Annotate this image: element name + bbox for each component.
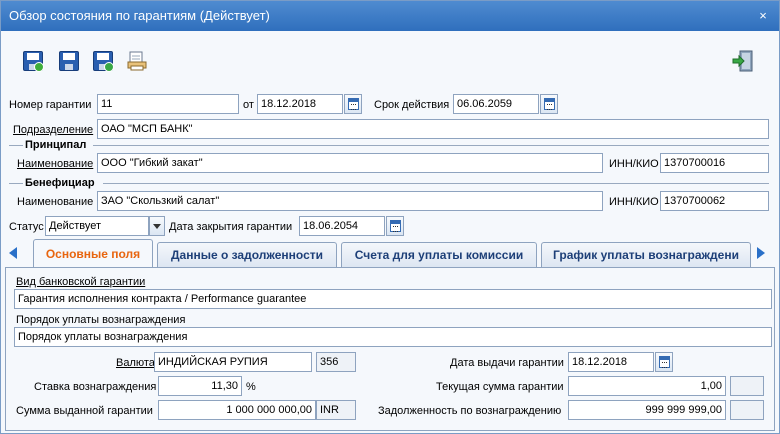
currency-link[interactable]: Валюта	[116, 356, 155, 370]
guarantee-number-field[interactable]: 11	[97, 94, 239, 114]
exit-door-icon	[732, 50, 753, 72]
section-divider	[9, 145, 23, 146]
validity-label: Срок действия	[374, 99, 450, 111]
guarantee-type-field[interactable]: Гарантия исполнения контракта / Performa…	[14, 289, 772, 309]
guarantee-number-label: Номер гарантии	[9, 99, 92, 111]
division-field[interactable]: ОАО "МСП БАНК"	[97, 119, 769, 139]
rate-unit: %	[246, 381, 256, 393]
validity-calendar-button[interactable]	[540, 94, 558, 114]
close-date-calendar-button[interactable]	[386, 216, 404, 236]
principal-inn-field[interactable]: 1370700016	[660, 153, 769, 173]
issue-date-label: Дата выдачи гарантии	[450, 357, 564, 369]
section-divider	[9, 183, 23, 184]
date-from-label: от	[243, 99, 254, 111]
close-date-field[interactable]: 18.06.2054	[299, 216, 385, 236]
date-from-calendar-button[interactable]	[344, 94, 362, 114]
beneficiary-section-title: Бенефициар	[25, 177, 95, 189]
tab-commission-accounts[interactable]: Счета для уплаты комиссии	[341, 242, 537, 267]
principal-inn-label: ИНН/КИО	[609, 158, 659, 170]
division-link[interactable]: Подразделение	[13, 123, 93, 137]
debt-currency-field	[730, 400, 764, 420]
calendar-icon	[390, 220, 401, 232]
tab-debt-data[interactable]: Данные о задолженности	[157, 242, 337, 267]
payment-order-field[interactable]: Порядок уплаты вознаграждения	[14, 327, 772, 347]
current-amount-field[interactable]: 1,00	[568, 376, 726, 396]
principal-name-link[interactable]: Наименование	[17, 157, 93, 171]
save-add-button[interactable]	[91, 49, 115, 73]
guarantee-overview-window: Обзор состояния по гарантиям (Действует)…	[0, 0, 780, 434]
rate-label: Ставка вознаграждения	[34, 381, 157, 393]
section-divider	[103, 183, 769, 184]
debt-label: Задолженность по вознаграждению	[378, 405, 562, 417]
save-icon	[59, 51, 79, 71]
calendar-icon	[659, 356, 670, 368]
save-check-button[interactable]	[21, 49, 45, 73]
tab-reward-schedule[interactable]: График уплаты вознаграждени	[541, 242, 751, 267]
section-divider	[93, 145, 769, 146]
status-select[interactable]: Действует	[45, 216, 149, 236]
date-from-field[interactable]: 18.12.2018	[257, 94, 343, 114]
beneficiary-name-field[interactable]: ЗАО "Скользкий салат"	[97, 191, 603, 211]
current-amount-currency-field	[730, 376, 764, 396]
status-dropdown-button[interactable]	[149, 216, 165, 236]
close-icon[interactable]: ×	[755, 1, 771, 31]
current-amount-label: Текущая сумма гарантии	[436, 381, 564, 393]
beneficiary-inn-label: ИНН/КИО	[609, 196, 659, 208]
issue-date-calendar-button[interactable]	[655, 352, 673, 372]
payment-order-label: Порядок уплаты вознаграждения	[16, 314, 186, 326]
issued-currency-field: INR	[316, 400, 356, 420]
currency-code-field: 356	[316, 352, 356, 372]
save-add-icon	[93, 51, 114, 72]
print-preview-button[interactable]	[125, 49, 149, 73]
tab-main-fields[interactable]: Основные поля	[33, 239, 153, 267]
tab-scroll-right-icon[interactable]	[757, 247, 765, 259]
window-content: Номер гарантии 11 от 18.12.2018 Срок дей…	[1, 31, 779, 433]
tab-strip: Основные поля Данные о задолженности Сче…	[1, 239, 779, 267]
close-date-label: Дата закрытия гарантии	[169, 221, 293, 233]
title-bar: Обзор состояния по гарантиям (Действует)…	[1, 1, 779, 31]
principal-section-title: Принципал	[25, 139, 87, 151]
validity-field[interactable]: 06.06.2059	[453, 94, 539, 114]
beneficiary-inn-field[interactable]: 1370700062	[660, 191, 769, 211]
principal-name-field[interactable]: ООО "Гибкий закат"	[97, 153, 603, 173]
calendar-icon	[348, 98, 359, 110]
print-preview-icon	[127, 51, 147, 71]
main-fields-panel: Вид банковской гарантии Гарантия исполне…	[5, 267, 775, 431]
window-title: Обзор состояния по гарантиям (Действует)	[9, 8, 270, 23]
save-check-icon	[23, 51, 44, 72]
calendar-icon	[544, 98, 555, 110]
exit-button[interactable]	[731, 49, 755, 73]
rate-field[interactable]: 11,30	[158, 376, 242, 396]
issue-date-field[interactable]: 18.12.2018	[568, 352, 654, 372]
issued-amount-field[interactable]: 1 000 000 000,00	[158, 400, 316, 420]
status-label: Статус	[9, 221, 44, 233]
currency-field[interactable]: ИНДИЙСКАЯ РУПИЯ	[154, 352, 312, 372]
tab-scroll-left-icon[interactable]	[9, 247, 17, 259]
debt-field[interactable]: 999 999 999,00	[568, 400, 726, 420]
save-button[interactable]	[57, 49, 81, 73]
guarantee-type-link[interactable]: Вид банковской гарантии	[16, 275, 145, 289]
beneficiary-name-label: Наименование	[17, 196, 94, 208]
issued-amount-label: Сумма выданной гарантии	[16, 405, 153, 417]
